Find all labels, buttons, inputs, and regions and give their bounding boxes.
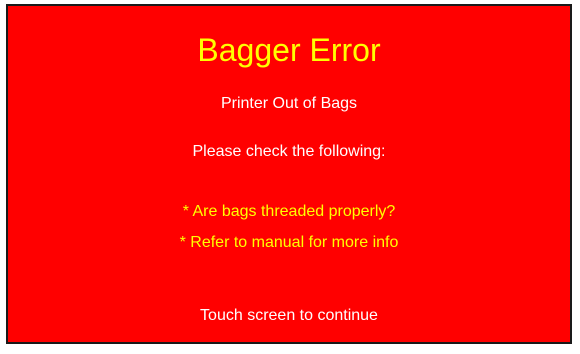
error-message: Printer Out of Bags: [220, 95, 358, 112]
instruction-text: Please check the following:: [192, 143, 386, 160]
checklist-item-manual: * Refer to manual for more info: [179, 234, 399, 251]
continue-prompt[interactable]: Touch screen to continue: [8, 306, 570, 326]
checklist-item-threading: * Are bags threaded properly?: [182, 203, 396, 220]
error-title: Bagger Error: [197, 32, 381, 68]
bagger-error-screen[interactable]: Bagger Error Printer Out of Bags Please …: [6, 4, 572, 344]
